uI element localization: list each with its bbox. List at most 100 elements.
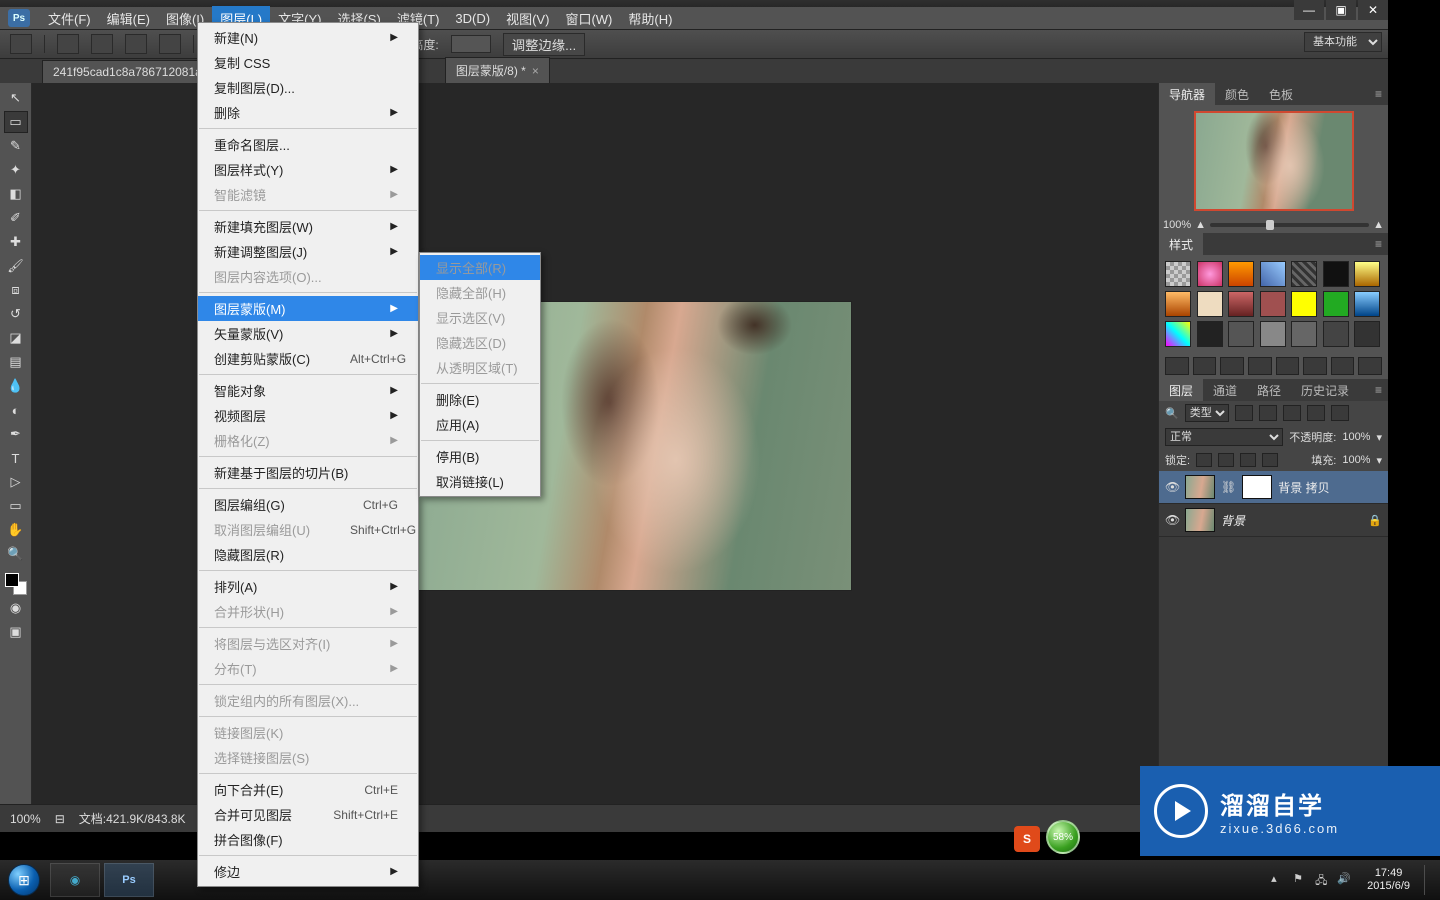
tab-navigator[interactable]: 导航器	[1159, 83, 1215, 106]
style-swatch[interactable]	[1354, 321, 1380, 347]
crop-tool-icon[interactable]: ◧	[4, 183, 28, 205]
taskbar-app-photoshop[interactable]: Ps	[104, 863, 154, 897]
collapse-icon[interactable]: ⊟	[55, 812, 65, 826]
style-swatch[interactable]	[1165, 291, 1191, 317]
refine-edge-button[interactable]: 调整边缘...	[503, 33, 585, 56]
adjust-icon[interactable]	[1331, 357, 1355, 375]
path-select-tool-icon[interactable]: ▷	[4, 471, 28, 493]
accelerator-badge[interactable]: 58%	[1046, 820, 1080, 854]
zoom-in-icon[interactable]: ▲	[1373, 219, 1384, 231]
style-swatch[interactable]	[1291, 291, 1317, 317]
layer-menu-item[interactable]: 创建剪贴蒙版(C)Alt+Ctrl+G	[198, 346, 418, 371]
navigator-thumbnail[interactable]	[1194, 111, 1354, 211]
mask-submenu-item[interactable]: 停用(B)	[420, 444, 540, 469]
tab-layers[interactable]: 图层	[1159, 379, 1203, 402]
layer-menu-item[interactable]: 合并可见图层Shift+Ctrl+E	[198, 802, 418, 827]
brush-tool-icon[interactable]: 🖌	[4, 255, 28, 277]
panel-menu-icon[interactable]: ≡	[1375, 383, 1388, 397]
style-swatch[interactable]	[1228, 321, 1254, 347]
adjust-icon[interactable]	[1165, 357, 1189, 375]
menu-edit[interactable]: 编辑(E)	[99, 6, 158, 31]
layer-mask-thumbnail[interactable]	[1242, 475, 1272, 499]
blend-mode-select[interactable]: 正常	[1165, 428, 1283, 446]
lock-position-icon[interactable]	[1240, 453, 1256, 467]
layer-row[interactable]: 👁 背景 🔒	[1159, 504, 1388, 537]
height-input[interactable]	[451, 35, 491, 53]
menu-help[interactable]: 帮助(H)	[620, 6, 680, 31]
style-swatch[interactable]	[1197, 321, 1223, 347]
filter-pixel-icon[interactable]	[1235, 405, 1253, 421]
tab-styles[interactable]: 样式	[1159, 233, 1203, 256]
layer-menu-item[interactable]: 矢量蒙版(V)▶	[198, 321, 418, 346]
panel-menu-icon[interactable]: ≡	[1375, 237, 1388, 251]
type-tool-icon[interactable]: T	[4, 447, 28, 469]
layer-menu-item[interactable]: 重命名图层...	[198, 132, 418, 157]
color-swatch[interactable]	[5, 573, 27, 595]
link-icon[interactable]: ⛓	[1221, 480, 1236, 494]
close-tab-icon[interactable]: ×	[532, 64, 539, 78]
mask-submenu-item[interactable]: 应用(A)	[420, 412, 540, 437]
taskbar-clock[interactable]: 17:49 2015/6/9	[1359, 865, 1418, 894]
mask-submenu-item[interactable]: 取消链接(L)	[420, 469, 540, 494]
tray-up-icon[interactable]: ▴	[1271, 872, 1287, 888]
adjust-icon[interactable]	[1276, 357, 1300, 375]
adjust-icon[interactable]	[1358, 357, 1382, 375]
tab-swatches[interactable]: 色板	[1259, 83, 1303, 106]
marquee-tool-icon[interactable]: ▭	[4, 111, 28, 133]
layer-menu-item[interactable]: 新建基于图层的切片(B)	[198, 460, 418, 485]
visibility-icon[interactable]: 👁	[1165, 480, 1179, 494]
document-tab-2[interactable]: 图层蒙版/8) * ×	[445, 57, 550, 83]
layer-menu-item[interactable]: 新建(N)▶	[198, 25, 418, 50]
tab-color[interactable]: 颜色	[1215, 83, 1259, 106]
shape-tool-icon[interactable]: ▭	[4, 495, 28, 517]
adjust-icon[interactable]	[1248, 357, 1272, 375]
pen-tool-icon[interactable]: ✒	[4, 423, 28, 445]
layer-menu-item[interactable]: 复制 CSS	[198, 50, 418, 75]
workspace-select[interactable]: 基本功能	[1304, 32, 1382, 52]
style-swatch[interactable]	[1354, 291, 1380, 317]
mask-submenu-item[interactable]: 删除(E)	[420, 387, 540, 412]
fill-value[interactable]: 100%	[1342, 454, 1370, 466]
zoom-out-icon[interactable]: ▲	[1195, 219, 1206, 231]
style-swatch[interactable]	[1291, 321, 1317, 347]
eyedropper-tool-icon[interactable]: ✐	[4, 207, 28, 229]
menu-view[interactable]: 视图(V)	[498, 6, 557, 31]
style-swatch[interactable]	[1323, 261, 1349, 287]
tab-paths[interactable]: 路径	[1247, 379, 1291, 402]
layer-menu-item[interactable]: 新建填充图层(W)▶	[198, 214, 418, 239]
style-swatch[interactable]	[1323, 321, 1349, 347]
visibility-icon[interactable]: 👁	[1165, 513, 1179, 527]
style-swatch[interactable]	[1260, 291, 1286, 317]
add-selection-icon[interactable]	[91, 34, 113, 54]
lock-transparent-icon[interactable]	[1196, 453, 1212, 467]
dodge-tool-icon[interactable]: ◐	[4, 399, 28, 421]
style-swatch[interactable]	[1165, 321, 1191, 347]
layer-filter-select[interactable]: 类型	[1185, 404, 1229, 422]
layer-menu-item[interactable]: 图层样式(Y)▶	[198, 157, 418, 182]
layer-menu-item[interactable]: 视频图层▶	[198, 403, 418, 428]
tray-volume-icon[interactable]: 🔊	[1337, 872, 1353, 888]
document-tab-1[interactable]: 241f95cad1c8a786712081a	[42, 60, 213, 83]
layer-menu-item[interactable]: 智能对象▶	[198, 378, 418, 403]
menu-window[interactable]: 窗口(W)	[557, 6, 620, 31]
eraser-tool-icon[interactable]: ◪	[4, 327, 28, 349]
move-tool-icon[interactable]: ↖	[4, 87, 28, 109]
tab-history[interactable]: 历史记录	[1291, 379, 1359, 402]
panel-menu-icon[interactable]: ≡	[1375, 87, 1388, 101]
style-swatch[interactable]	[1228, 261, 1254, 287]
style-swatch[interactable]	[1197, 261, 1223, 287]
show-desktop-button[interactable]	[1424, 865, 1434, 895]
taskbar-app-browser[interactable]: ◉	[50, 863, 100, 897]
style-swatch[interactable]	[1260, 321, 1286, 347]
menu-file[interactable]: 文件(F)	[40, 6, 99, 31]
quick-mask-icon[interactable]: ◉	[4, 597, 28, 619]
layer-menu-item[interactable]: 新建调整图层(J)▶	[198, 239, 418, 264]
healing-tool-icon[interactable]: ✚	[4, 231, 28, 253]
maximize-button[interactable]: ▣	[1326, 0, 1356, 20]
adjust-icon[interactable]	[1193, 357, 1217, 375]
style-swatch[interactable]	[1291, 261, 1317, 287]
sogou-ime-icon[interactable]: S	[1014, 826, 1040, 852]
opacity-value[interactable]: 100%	[1342, 431, 1370, 443]
start-button[interactable]: ⊞	[0, 860, 48, 900]
hand-tool-icon[interactable]: ✋	[4, 519, 28, 541]
